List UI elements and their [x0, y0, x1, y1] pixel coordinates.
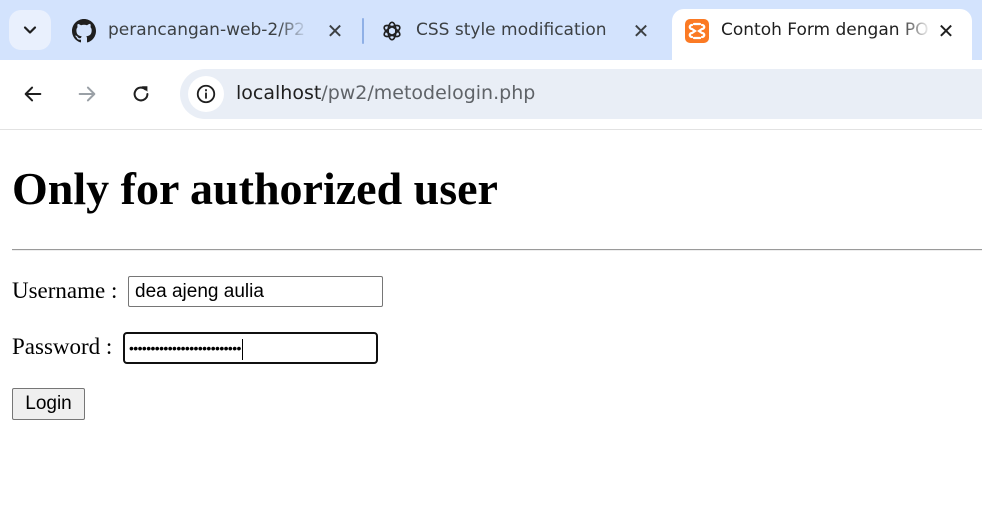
text-caret — [241, 338, 243, 360]
arrow-right-icon — [78, 86, 96, 102]
close-icon[interactable]: ✕ — [628, 18, 654, 44]
tab-strip: perancangan-web-2/P2 a ✕ CSS style modif… — [0, 0, 982, 60]
page-heading: Only for authorized user — [12, 163, 498, 214]
tab-github[interactable]: perancangan-web-2/P2 a ✕ — [72, 8, 352, 54]
tab-title: Contoh Form dengan PO — [721, 20, 929, 40]
back-button[interactable] — [15, 76, 51, 112]
close-icon[interactable]: ✕ — [322, 18, 348, 44]
site-info-button[interactable] — [188, 76, 224, 112]
reload-icon — [133, 86, 149, 102]
url-text[interactable]: localhost/pw2/metodelogin.php — [236, 82, 535, 104]
tab-search-button[interactable] — [9, 10, 51, 50]
username-input[interactable]: dea ajeng aulia — [128, 276, 383, 307]
browser-toolbar: localhost/pw2/metodelogin.php — [0, 60, 982, 129]
tab-active-form[interactable]: Contoh Form dengan PO ✕ — [685, 8, 970, 54]
github-icon — [72, 19, 96, 43]
url-host: localhost — [236, 82, 322, 104]
address-bar[interactable]: localhost/pw2/metodelogin.php — [180, 69, 982, 119]
arrow-left-icon — [24, 86, 42, 102]
password-input[interactable]: •••••••••••••••••••••••••• — [123, 332, 378, 364]
close-icon[interactable]: ✕ — [933, 18, 959, 44]
password-mask: •••••••••••••••••••••••••• — [129, 340, 241, 356]
tab-title: perancangan-web-2/P2 a — [108, 20, 308, 40]
reload-button[interactable] — [123, 76, 159, 112]
tab-separator — [362, 18, 364, 44]
tab-title: CSS style modification — [416, 20, 607, 40]
info-icon — [196, 84, 216, 104]
tab-chatgpt[interactable]: CSS style modification ✕ — [380, 8, 660, 54]
xampp-icon — [685, 19, 709, 43]
openai-icon — [380, 19, 404, 43]
horizontal-rule — [12, 249, 982, 251]
chevron-down-icon — [23, 26, 37, 34]
username-label: Username : — [12, 278, 118, 303]
forward-button[interactable] — [69, 76, 105, 112]
username-value: dea ajeng aulia — [135, 281, 264, 302]
login-button[interactable]: Login — [12, 388, 85, 420]
url-path: /pw2/metodelogin.php — [321, 82, 536, 104]
page-content: Only for authorized user Username : dea … — [0, 130, 982, 507]
password-label: Password : — [12, 334, 113, 359]
